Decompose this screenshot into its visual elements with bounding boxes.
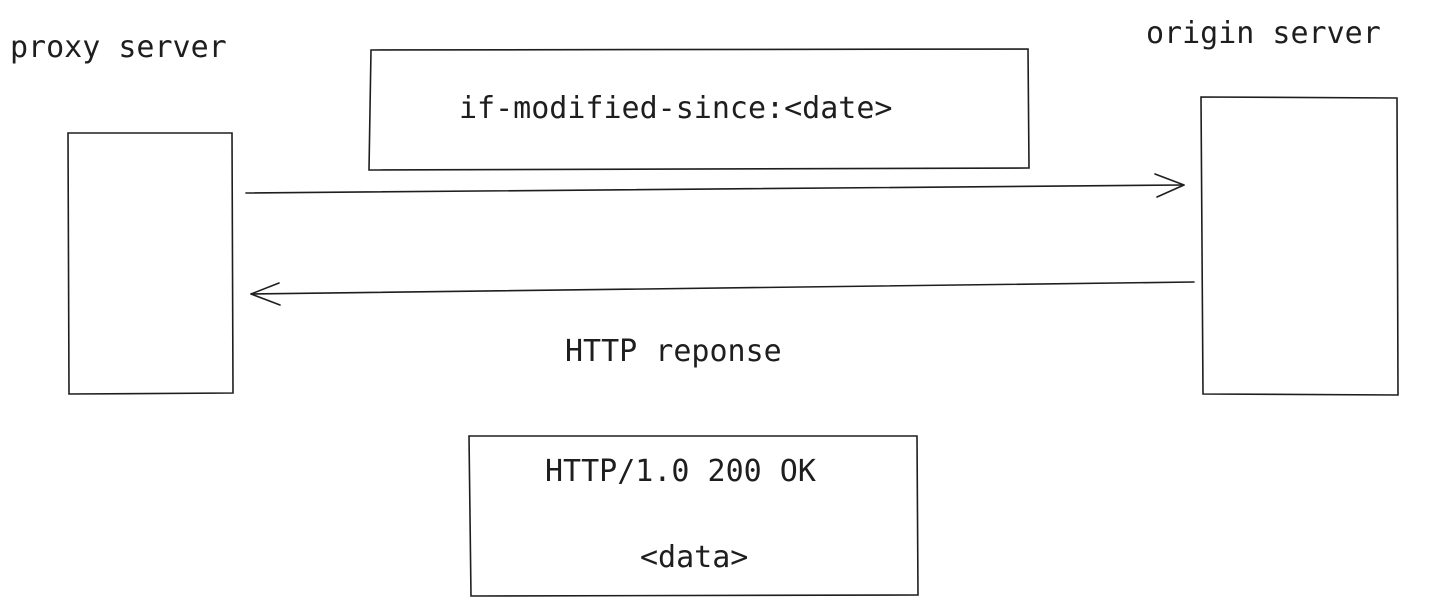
response-arrow: [250, 281, 1195, 306]
origin-server-label: origin server: [1146, 16, 1381, 51]
response-label: HTTP reponse: [565, 334, 782, 369]
response-body-text: <data>: [640, 540, 749, 575]
origin-server-box: [1200, 96, 1399, 396]
request-arrow: [245, 173, 1185, 198]
response-status-text: HTTP/1.0 200 OK: [545, 454, 816, 489]
request-header-text: if-modified-since:<date>: [459, 91, 893, 126]
proxy-server-box: [67, 132, 234, 395]
proxy-server-label: proxy server: [10, 30, 227, 65]
